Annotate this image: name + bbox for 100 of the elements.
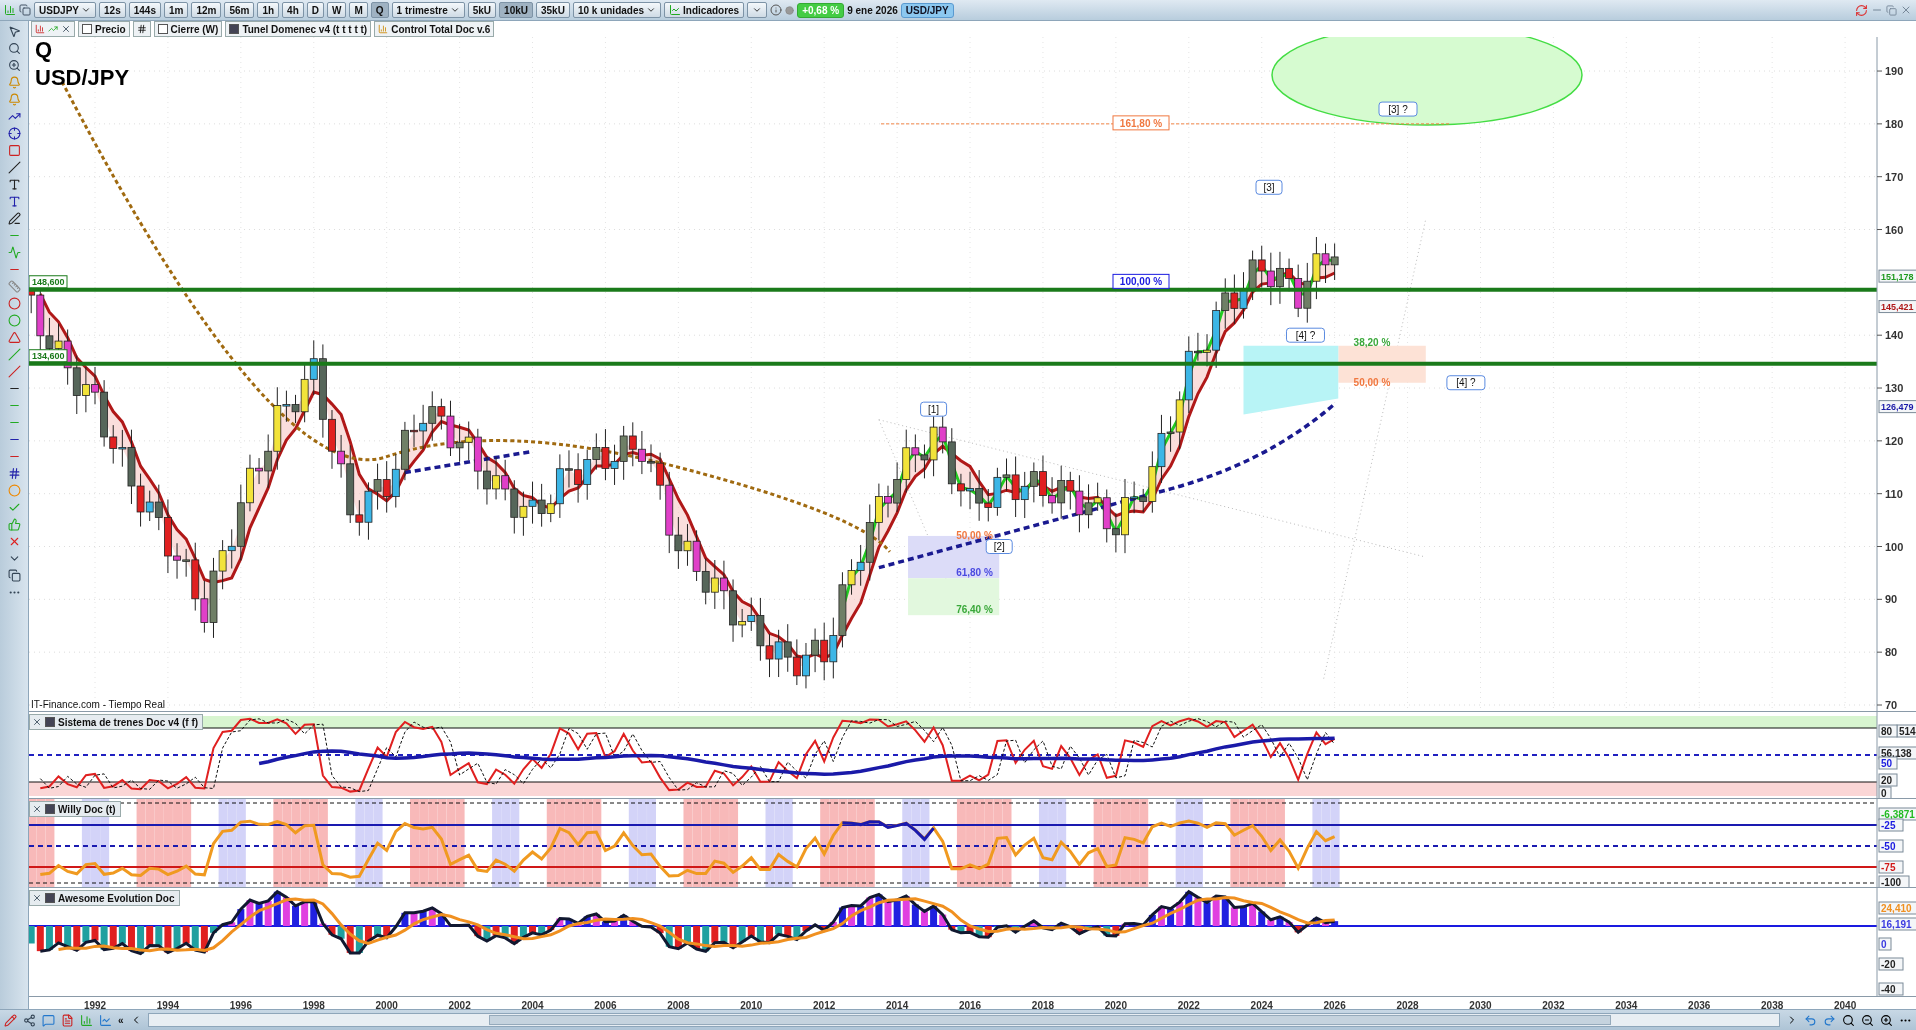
axis-value-tag: -100 bbox=[1878, 875, 1910, 887]
axis-label: 140 bbox=[1885, 329, 1904, 342]
axis-label: 1994 bbox=[156, 1000, 180, 1011]
data-source: IT-Finance.com - Tiempo Real bbox=[31, 699, 165, 710]
indicator-chip[interactable]: Precio bbox=[78, 21, 130, 37]
axis-label: 90 bbox=[1885, 593, 1898, 606]
axis-label: 2004 bbox=[521, 1000, 544, 1011]
axis-label: 1998 bbox=[302, 1000, 325, 1011]
timeframe-button[interactable]: 4h bbox=[282, 2, 304, 18]
axis-label: 2014 bbox=[886, 1000, 909, 1011]
fibonacci-label: 76,40 % bbox=[956, 603, 993, 615]
level-tag: 148,600 bbox=[29, 275, 68, 289]
indicator-chip[interactable]: Tunel Domenec v4 (t t t t t) bbox=[225, 21, 372, 37]
wave-label: [2] bbox=[985, 539, 1013, 554]
axis-label: 120 bbox=[1885, 434, 1904, 447]
fibonacci-label: 38,20 % bbox=[1353, 337, 1391, 349]
axis-value-tag: 0 bbox=[1878, 786, 1892, 798]
units-dropdown[interactable]: 10 k unidades bbox=[572, 2, 662, 18]
axis-label: 170 bbox=[1885, 170, 1904, 183]
axis-label: 2028 bbox=[1396, 1000, 1419, 1011]
axis-label: 2024 bbox=[1250, 1000, 1273, 1011]
unit-button[interactable]: 35kU bbox=[536, 2, 570, 18]
wave-label: [3] ? bbox=[1378, 101, 1418, 117]
timeframe-button[interactable]: 1h bbox=[257, 2, 280, 18]
indicator-chip[interactable]: Cierre (W) bbox=[153, 21, 223, 37]
axis-label: 180 bbox=[1885, 117, 1904, 130]
axis-label: 2012 bbox=[813, 1000, 836, 1011]
axis-value-tag: 50 bbox=[1878, 756, 1898, 770]
symbol-dropdown[interactable]: USDJPY bbox=[34, 2, 96, 18]
timeframe-button[interactable]: D bbox=[306, 2, 324, 18]
axis-label: 2034 bbox=[1615, 1000, 1638, 1011]
axis-value-tag: 20 bbox=[1878, 773, 1898, 787]
axis-label: 1992 bbox=[83, 1000, 107, 1011]
axis-label: 2002 bbox=[448, 1000, 471, 1011]
wave-label: [1] bbox=[920, 401, 948, 417]
axis-label: 2036 bbox=[1688, 1000, 1711, 1011]
axis-value-tag: -40 bbox=[1878, 982, 1904, 996]
chart-symbol: USD/JPY bbox=[35, 65, 130, 90]
axis-label: 110 bbox=[1885, 487, 1903, 500]
change-badge: +0,68 % bbox=[797, 2, 845, 18]
price-tag: 145,421 bbox=[1878, 300, 1916, 314]
price-tag: 151,178 bbox=[1878, 269, 1916, 283]
indicator-title[interactable]: Awesome Evolution Doc bbox=[29, 890, 180, 906]
axis-label: 2000 bbox=[375, 1000, 398, 1011]
fibonacci-label: 50,00 % bbox=[1353, 376, 1391, 388]
timeframe-button[interactable]: 144s bbox=[128, 2, 161, 18]
unit-button[interactable]: 10kU bbox=[499, 2, 533, 18]
axis-value-tag: -20 bbox=[1878, 957, 1904, 971]
collapse-button[interactable]: « bbox=[118, 1014, 124, 1026]
axis-label: 70 bbox=[1885, 699, 1898, 711]
axis-label: 2040 bbox=[1833, 1000, 1857, 1011]
axis-label: 2026 bbox=[1323, 1000, 1346, 1011]
axis-value-tag: 80 bbox=[1878, 724, 1898, 738]
indicator-title[interactable]: Willy Doc (t) bbox=[29, 801, 121, 817]
axis-value-tag: 16,191 bbox=[1878, 917, 1916, 931]
axis-label: 80 bbox=[1885, 646, 1898, 659]
fibonacci-label: 100,00 % bbox=[1112, 273, 1170, 289]
chart-timeframe: Q bbox=[35, 37, 53, 62]
axis-label: 1996 bbox=[229, 1000, 252, 1011]
wave-label: [3] bbox=[1255, 179, 1283, 195]
unit-button[interactable]: 5kU bbox=[467, 2, 497, 18]
timeframe-button[interactable]: 12m bbox=[191, 2, 222, 18]
fibonacci-label: 161,80 % bbox=[1112, 115, 1170, 131]
axis-label: 2020 bbox=[1104, 1000, 1127, 1011]
wave-label: [4] ? bbox=[1446, 375, 1486, 391]
axis-label: 2032 bbox=[1542, 1000, 1565, 1011]
axis-label: 2038 bbox=[1761, 1000, 1784, 1011]
axis-label: 2010 bbox=[740, 1000, 763, 1011]
axis-value-tag: -50 bbox=[1878, 839, 1904, 853]
axis-value-tag: -25 bbox=[1878, 818, 1904, 832]
period-dropdown[interactable]: 1 trimestre bbox=[391, 2, 465, 18]
timeframe-button[interactable]: Q bbox=[370, 2, 389, 18]
axis-label: 2018 bbox=[1031, 1000, 1055, 1011]
axis-label: 100 bbox=[1885, 540, 1904, 553]
axis-value-tag: 24,410 bbox=[1878, 901, 1916, 915]
timeframe-button[interactable]: W bbox=[327, 2, 347, 18]
axis-value-tag: 0 bbox=[1878, 937, 1892, 951]
pair-badge: USD/JPY bbox=[900, 2, 954, 18]
axis-value-tag: 514 bbox=[1896, 724, 1916, 738]
timeframe-button[interactable]: 1m bbox=[163, 2, 189, 18]
level-tag: 134,600 bbox=[29, 349, 68, 363]
timeframe-button[interactable]: 12s bbox=[99, 2, 126, 18]
axis-label: 2016 bbox=[958, 1000, 982, 1011]
indicator-title[interactable]: Sistema de trenes Doc v4 (f f) bbox=[29, 714, 204, 730]
axis-label: 160 bbox=[1885, 223, 1904, 236]
axis-label: 130 bbox=[1885, 382, 1904, 394]
timeframe-button[interactable]: M bbox=[349, 2, 368, 18]
axis-label: 190 bbox=[1885, 65, 1904, 78]
indicators-button[interactable]: Indicadores bbox=[664, 2, 745, 18]
axis-label: 2022 bbox=[1177, 1000, 1200, 1011]
axis-label: 2006 bbox=[594, 1000, 617, 1011]
wave-label: [4] ? bbox=[1285, 327, 1325, 343]
date-text: 9 ene 2026 bbox=[847, 4, 898, 16]
fibonacci-label: 61,80 % bbox=[956, 566, 993, 578]
price-tag: 126,479 bbox=[1878, 400, 1916, 414]
axis-label: 2030 bbox=[1469, 1000, 1492, 1011]
axis-value-tag: 56,138 bbox=[1878, 746, 1916, 760]
timeframe-button[interactable]: 56m bbox=[224, 2, 255, 18]
indicator-chip[interactable]: Control Total Doc v.6 bbox=[374, 21, 495, 37]
axis-label: 2008 bbox=[667, 1000, 690, 1011]
